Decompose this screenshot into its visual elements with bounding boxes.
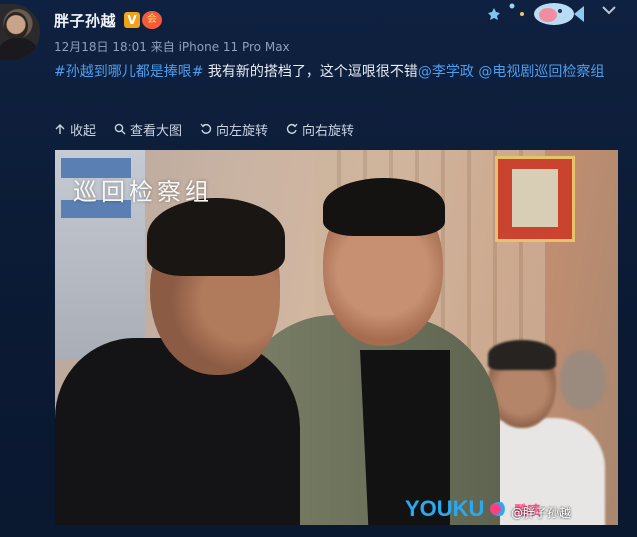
view-large-button[interactable]: 查看大图 [114,119,182,139]
youku-mark-icon [490,502,509,516]
collapse-arrow-icon [55,124,65,134]
avatar[interactable] [0,4,40,60]
rotate-left-label: 向左旋转 [216,123,269,139]
right-man-hair [323,178,445,236]
username[interactable]: 胖子孙越 [54,10,116,31]
youku-logo: YOUKU [405,496,485,521]
collapse-button[interactable]: 收起 [54,119,96,139]
image-action-bar: 收起 查看大图 向左旋转 向右旋转 [54,119,354,139]
drama-title-overlay: 巡回检察组 [73,178,213,206]
member-badge-icon: 会 [142,11,162,29]
collapse-label: 收起 [70,123,97,139]
view-large-label: 查看大图 [130,123,183,139]
rotate-right-button[interactable]: 向右旋转 [286,119,354,139]
post-source: 来自 iPhone 11 Pro Max [150,40,290,54]
mention-link-1[interactable]: @李学政 [418,64,474,80]
magnifier-icon [114,123,126,135]
hashtag-link[interactable]: #孙越到哪儿都是捧哏# [54,64,203,80]
background-person-hair [488,340,556,370]
post-timestamp[interactable]: 12月18日 18:01 [54,40,147,54]
decoration-stars-fish-icon [488,3,584,25]
left-man-jacket [55,338,300,525]
weibo-watermark: @胖子孙越 [511,506,572,520]
avatar-face [4,12,28,40]
rotate-right-label: 向右旋转 [302,123,355,139]
background-person-2-head [560,350,606,410]
mention-link-2[interactable]: @电视剧巡回检察组 [478,64,604,80]
weibo-post-card: 胖子孙越 V 会 12月18日 18:01 来自 iPhone 11 Pro M… [0,0,637,537]
rotate-left-button[interactable]: 向左旋转 [200,119,268,139]
verified-badge-icon: V [124,12,140,28]
chevron-down-icon[interactable] [600,3,618,17]
avatar-body [0,38,40,60]
background-red-sign [495,156,575,242]
rotate-right-icon [286,123,298,134]
post-text: #孙越到哪儿都是捧哏# 我有新的搭档了，这个逗哏很不错@李学政 @电视剧巡回检察… [54,60,624,84]
rotate-left-icon [200,123,212,134]
post-image[interactable]: 巡回检察组 YOUKU 酷喷 @胖子孙越 [55,150,618,525]
left-man-hair [147,198,285,276]
post-body-text: 我有新的搭档了，这个逗哏很不错 [203,64,418,80]
post-meta: 12月18日 18:01 来自 iPhone 11 Pro Max [54,38,290,55]
